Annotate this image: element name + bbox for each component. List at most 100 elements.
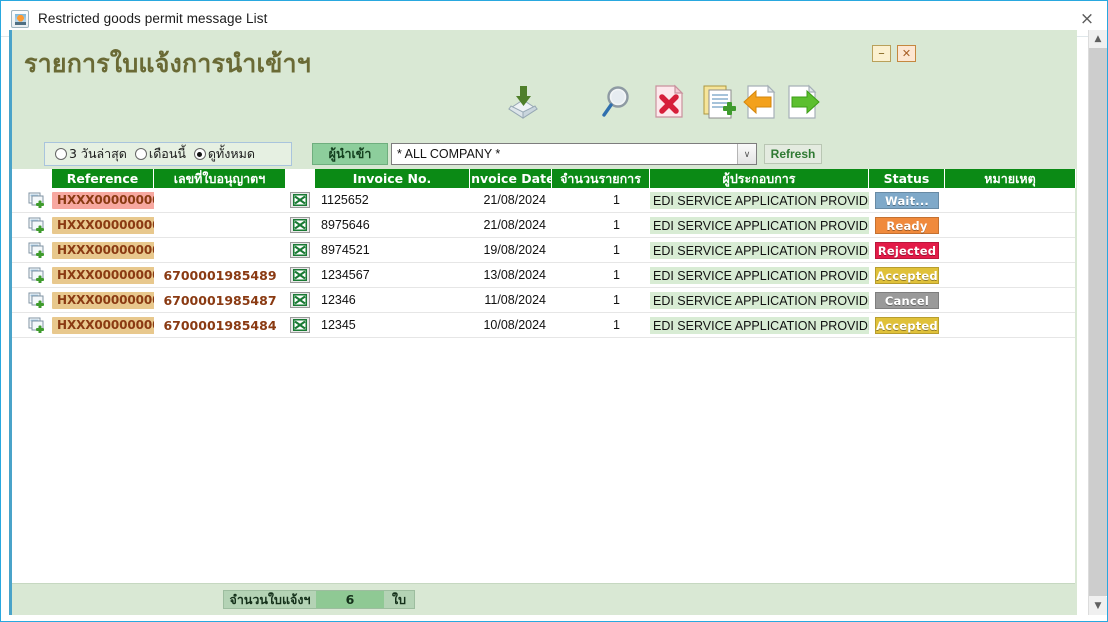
cell-operator[interactable]: EDI SERVICE APPLICATION PROVIDER <box>650 267 869 284</box>
grid-header-permit[interactable]: เลขที่ใบอนุญาตฯ <box>154 169 286 188</box>
cell-reference[interactable]: HXXX000000002 <box>52 288 154 312</box>
status-badge[interactable]: Wait... <box>875 192 939 209</box>
cell-remark[interactable] <box>945 213 1076 237</box>
cell-reference[interactable]: HXXX000000003 <box>52 263 154 287</box>
cell-permit-number[interactable] <box>154 238 286 262</box>
vertical-scrollbar[interactable]: ▲ ▼ <box>1088 30 1107 615</box>
cell-invoice-no[interactable]: 12346 <box>315 288 470 312</box>
cell-reference[interactable]: HXXX000000006 <box>52 188 154 212</box>
cell-permit-number[interactable]: 6700001985484 <box>154 313 286 337</box>
grid-header-invdate[interactable]: Invoice Date <box>470 169 552 188</box>
cell-invoice-no[interactable]: 8975646 <box>315 213 470 237</box>
table-row[interactable]: HXXX000000001 6700001985484 1234510/08/20… <box>12 313 1075 338</box>
cell-invoice-date[interactable]: 13/08/2024 <box>470 263 552 287</box>
status-badge[interactable]: Ready <box>875 217 939 234</box>
grid-header-qty[interactable]: จำนวนรายการ <box>552 169 650 188</box>
cell-invoice-no[interactable]: 8974521 <box>315 238 470 262</box>
cell-invoice-date[interactable]: 21/08/2024 <box>470 188 552 212</box>
mdi-window-controls: – ✕ <box>872 45 916 62</box>
radio-view-all[interactable]: ดูทั้งหมด <box>190 144 259 164</box>
excel-export-icon[interactable] <box>290 292 310 308</box>
mdi-close-button[interactable]: ✕ <box>897 45 916 62</box>
add-document-icon[interactable] <box>28 317 46 334</box>
cell-permit-number[interactable] <box>154 188 286 212</box>
download-inbox-icon[interactable] <box>503 82 543 122</box>
table-row[interactable]: HXXX000000002 6700001985487 1234611/08/20… <box>12 288 1075 313</box>
company-select[interactable]: * ALL COMPANY * ∨ <box>391 143 757 165</box>
cell-permit-number[interactable]: 6700001985489 <box>154 263 286 287</box>
status-badge[interactable]: Rejected <box>875 242 939 259</box>
radio-last-3-days[interactable]: 3 วันล่าสุด <box>51 144 131 164</box>
cell-remark[interactable] <box>945 288 1076 312</box>
cell-item-count[interactable]: 1 <box>552 263 650 287</box>
cell-item-count[interactable]: 1 <box>552 313 650 337</box>
grid-header-row: Reference เลขที่ใบอนุญาตฯ Invoice No. Invoi… <box>12 169 1076 188</box>
refresh-button[interactable]: Refresh <box>764 144 822 164</box>
cell-reference[interactable]: HXXX000000001 <box>52 313 154 337</box>
excel-export-icon[interactable] <box>290 217 310 233</box>
scroll-up-arrow-icon[interactable]: ▲ <box>1089 30 1107 48</box>
cell-invoice-date[interactable]: 10/08/2024 <box>470 313 552 337</box>
cell-operator[interactable]: EDI SERVICE APPLICATION PROVIDER <box>650 217 869 234</box>
cell-operator[interactable]: EDI SERVICE APPLICATION PROVIDER <box>650 242 869 259</box>
new-document-icon[interactable] <box>699 82 739 122</box>
cell-invoice-date[interactable]: 11/08/2024 <box>470 288 552 312</box>
add-document-icon[interactable] <box>28 217 46 234</box>
delete-document-icon[interactable] <box>649 82 689 122</box>
add-document-icon[interactable] <box>28 192 46 209</box>
cell-remark[interactable] <box>945 238 1076 262</box>
table-row[interactable]: HXXX000000003 6700001985489 123456713/08/… <box>12 263 1075 288</box>
grid-header-reference[interactable]: Reference <box>52 169 154 188</box>
cell-permit-number[interactable]: 6700001985487 <box>154 288 286 312</box>
add-document-icon[interactable] <box>28 292 46 309</box>
forward-arrow-icon[interactable] <box>783 82 823 122</box>
cell-operator[interactable]: EDI SERVICE APPLICATION PROVIDER <box>650 192 869 209</box>
cell-item-count[interactable]: 1 <box>552 238 650 262</box>
cell-reference[interactable]: HXXX000000004 <box>52 238 154 262</box>
scroll-down-arrow-icon[interactable]: ▼ <box>1089 597 1107 615</box>
excel-export-icon[interactable] <box>290 317 310 333</box>
add-document-icon[interactable] <box>28 267 46 284</box>
reference-chip: HXXX000000002 <box>52 291 154 309</box>
cell-invoice-no[interactable]: 1125652 <box>315 188 470 212</box>
grid-header-operator[interactable]: ผู้ประกอบการ <box>650 169 869 188</box>
cell-remark[interactable] <box>945 263 1076 287</box>
row-separator <box>12 337 1075 338</box>
excel-export-icon[interactable] <box>290 242 310 258</box>
cell-remark[interactable] <box>945 188 1076 212</box>
cell-invoice-date[interactable]: 19/08/2024 <box>470 238 552 262</box>
add-document-icon[interactable] <box>28 242 46 259</box>
table-row[interactable]: HXXX000000006 112565221/08/20241EDI SERV… <box>12 188 1075 213</box>
scrollbar-thumb[interactable] <box>1089 48 1107 596</box>
table-row[interactable]: HXXX000000004 897452119/08/20241EDI SERV… <box>12 238 1075 263</box>
company-select-value: * ALL COMPANY * <box>397 147 501 161</box>
cell-operator[interactable]: EDI SERVICE APPLICATION PROVIDER <box>650 292 869 309</box>
cell-permit-number[interactable] <box>154 213 286 237</box>
radio-this-month[interactable]: เดือนนี้ <box>131 144 190 164</box>
grid-header-remark[interactable]: หมายเหตุ <box>945 169 1076 188</box>
window-close-button[interactable]: × <box>1077 9 1097 29</box>
grid-header-invoice[interactable]: Invoice No. <box>315 169 470 188</box>
cell-invoice-no[interactable]: 12345 <box>315 313 470 337</box>
cell-item-count[interactable]: 1 <box>552 288 650 312</box>
cell-operator[interactable]: EDI SERVICE APPLICATION PROVIDER <box>650 317 869 334</box>
cell-item-count[interactable]: 1 <box>552 213 650 237</box>
back-arrow-icon[interactable] <box>740 82 780 122</box>
search-icon[interactable] <box>600 82 640 122</box>
cell-remark[interactable] <box>945 313 1076 337</box>
status-badge[interactable]: Accepted <box>875 317 939 334</box>
cell-item-count[interactable]: 1 <box>552 188 650 212</box>
grid-header-status[interactable]: Status <box>869 169 945 188</box>
cell-invoice-no[interactable]: 1234567 <box>315 263 470 287</box>
status-badge[interactable]: Cancel <box>875 292 939 309</box>
cell-invoice-date[interactable]: 21/08/2024 <box>470 213 552 237</box>
status-badge[interactable]: Accepted <box>875 267 939 284</box>
application-window: Restricted goods permit message List × ร… <box>0 0 1108 622</box>
cell-reference[interactable]: HXXX000000005 <box>52 213 154 237</box>
excel-export-icon[interactable] <box>290 192 310 208</box>
radio-dot-icon <box>55 148 67 160</box>
excel-export-icon[interactable] <box>290 267 310 283</box>
table-row[interactable]: HXXX000000005 897564621/08/20241EDI SERV… <box>12 213 1075 238</box>
mdi-minimize-button[interactable]: – <box>872 45 891 62</box>
chevron-down-icon[interactable]: ∨ <box>737 144 756 164</box>
